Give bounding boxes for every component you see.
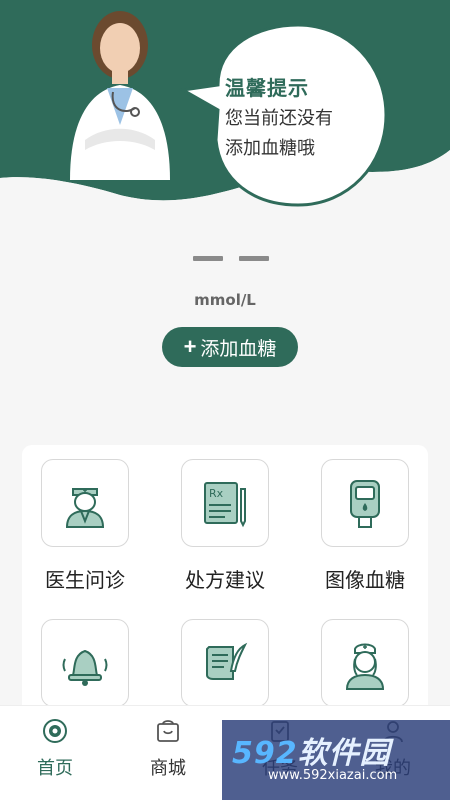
header-banner: 温馨提示 您当前还没有 添加血糖哦 <box>0 0 450 215</box>
glucose-value-placeholder <box>193 256 271 262</box>
shop-icon <box>157 720 179 742</box>
tab-label: 商城 <box>150 758 186 779</box>
add-glucose-label: 添加血糖 <box>200 338 277 360</box>
feature-label: 图像血糖 <box>325 568 405 592</box>
tip-line-2: 添加血糖哦 <box>225 138 315 159</box>
value-dash <box>239 256 269 261</box>
glucose-unit: mmol/L <box>194 291 256 309</box>
feature-doctor-consult[interactable]: 医生问诊 <box>40 459 130 593</box>
bell-icon <box>62 649 108 686</box>
feature-image-glucose[interactable]: 图像血糖 <box>320 459 410 593</box>
tip-title: 温馨提示 <box>225 76 309 100</box>
scroll-quill-icon <box>206 642 248 680</box>
tab-shop[interactable]: 商城 <box>133 718 203 780</box>
watermark-logo: 592软件园 <box>232 736 391 771</box>
feature-grid: 医生问诊 Rx 处方建议 图像血糖 <box>22 445 428 725</box>
glucose-meter-icon <box>350 480 380 528</box>
nurse-icon <box>345 643 385 690</box>
plus-icon: + <box>183 334 197 359</box>
home-icon <box>43 719 67 743</box>
add-glucose-button[interactable]: + 添加血糖 <box>162 327 298 367</box>
tab-home[interactable]: 首页 <box>20 718 90 780</box>
watermark-url: www.592xiazai.com <box>268 768 398 783</box>
doctor-illustration <box>70 11 170 180</box>
prescription-icon: Rx <box>204 482 246 528</box>
feature-label: 处方建议 <box>185 568 265 592</box>
feature-label: 医生问诊 <box>45 568 125 592</box>
svg-text:Rx: Rx <box>209 487 224 500</box>
tab-label: 首页 <box>37 758 73 779</box>
value-dash <box>193 256 223 261</box>
tip-line-1: 您当前还没有 <box>225 108 333 129</box>
feature-prescription[interactable]: Rx 处方建议 <box>180 459 270 593</box>
doctor-icon <box>65 488 105 528</box>
